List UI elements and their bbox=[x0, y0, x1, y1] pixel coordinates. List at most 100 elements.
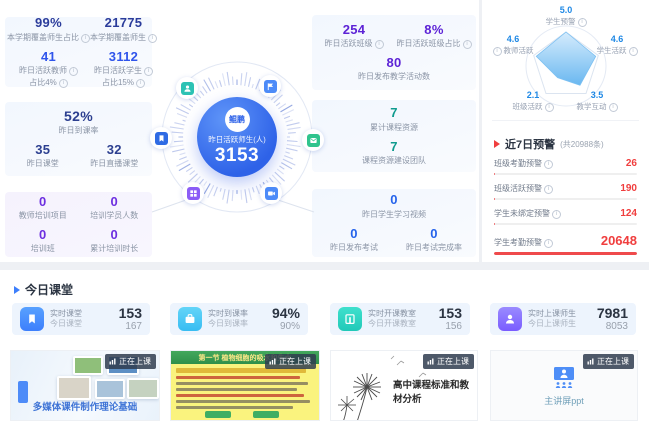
info-icon[interactable] bbox=[544, 239, 553, 248]
warnings-total: (共20988条) bbox=[560, 139, 604, 150]
stat-label: 昨日到课率 bbox=[7, 125, 150, 136]
info-icon[interactable] bbox=[81, 34, 90, 43]
stat-value: 8% bbox=[394, 23, 474, 37]
kpi-subvalue: 90% bbox=[272, 321, 300, 333]
coverage-stats-card: 99% 本学期覆盖师生占比 21775 本学期覆盖师生 41 昨日活跃教师 占比… bbox=[5, 17, 152, 87]
warnings-section-header: 近7日预警 (共20988条) bbox=[494, 136, 604, 152]
ring-node-training[interactable] bbox=[182, 182, 204, 204]
stat-label: 昨日课堂 bbox=[7, 158, 79, 169]
classroom-section-header: 今日课堂 bbox=[14, 281, 73, 298]
warning-row-student-attendance: 学生考勤预警 20648 bbox=[494, 233, 637, 255]
center-kpi-circle: 鲲鹏 昨日活跃师生(人) 3153 bbox=[197, 97, 277, 177]
info-icon[interactable] bbox=[552, 210, 561, 219]
presentation-icon bbox=[551, 365, 577, 391]
warning-row-student-unbound: 学生未绑定预警 124 bbox=[494, 208, 637, 225]
slide-body bbox=[171, 364, 319, 420]
center-kpi-label: 昨日活跃师生(人) bbox=[208, 134, 266, 145]
stat-value: 21775 bbox=[90, 16, 157, 30]
info-icon[interactable] bbox=[544, 185, 553, 194]
warning-value: 190 bbox=[620, 183, 637, 194]
flag-icon bbox=[264, 80, 277, 93]
info-icon[interactable] bbox=[59, 79, 68, 88]
stat-value: 99% bbox=[7, 16, 90, 30]
stat-attendance-rate: 52% 昨日到课率 bbox=[7, 109, 150, 136]
warning-bar bbox=[494, 173, 637, 175]
kpi-card-open-classrooms: 实时开课教室 今日开课教室 153 156 bbox=[330, 303, 470, 335]
signal-bars-icon bbox=[587, 358, 594, 365]
today-classroom-panel: 今日课堂 实时课堂 今日课堂 153 167 实时到课率 今日到课率 bbox=[0, 270, 649, 421]
stat-label: 昨日活跃班级占比 bbox=[394, 38, 474, 49]
ring-node-course[interactable] bbox=[150, 127, 172, 149]
stat-label: 本学期覆盖师生占比 bbox=[7, 32, 90, 43]
info-icon[interactable] bbox=[609, 103, 618, 112]
ring-node-activity[interactable] bbox=[259, 75, 281, 97]
kpi-value: 153 bbox=[119, 305, 142, 322]
kpi-subvalue: 156 bbox=[439, 321, 462, 333]
stat-value: 41 bbox=[7, 50, 90, 64]
ring-node-resource[interactable] bbox=[302, 129, 324, 151]
info-icon[interactable] bbox=[463, 40, 472, 49]
stat-label: 本学期覆盖师生 bbox=[90, 32, 157, 43]
radar-axis-teaching-interaction: 3.5 教学互动 bbox=[566, 90, 628, 112]
warnings-title: 近7日预警 bbox=[505, 136, 555, 152]
info-icon[interactable] bbox=[544, 160, 553, 169]
kpi-subvalue: 167 bbox=[119, 321, 142, 333]
info-icon[interactable] bbox=[578, 18, 587, 27]
kpi-card-online-users: 实时上课师生 今日上课师生 7981 8053 bbox=[490, 303, 636, 335]
stat-active-classes-rate: 8% 昨日活跃班级占比 bbox=[394, 23, 474, 49]
live-class-card-multimedia[interactable]: 多媒体课件制作理论基础 正在上课 bbox=[10, 350, 160, 421]
slide-thumbnail bbox=[57, 376, 91, 400]
warning-value: 26 bbox=[626, 158, 637, 169]
kpi-card-realtime-classes: 实时课堂 今日课堂 153 167 bbox=[12, 303, 150, 335]
signal-bars-icon bbox=[269, 358, 276, 365]
mail-icon bbox=[307, 134, 320, 147]
live-badge: 正在上课 bbox=[265, 354, 316, 369]
live-class-card-ppt[interactable]: 主讲屏ppt 正在上课 bbox=[490, 350, 638, 421]
slide-thumbnail bbox=[73, 356, 103, 375]
radar-axis-student-warning: 5.0 学生预警 bbox=[516, 5, 616, 27]
warning-bar bbox=[494, 223, 637, 225]
camera-icon bbox=[265, 187, 278, 200]
warning-value: 20648 bbox=[601, 233, 637, 248]
info-icon[interactable] bbox=[545, 103, 554, 112]
live-class-card-curriculum[interactable]: 高中课程标准和教材分析 正在上课 bbox=[330, 350, 478, 421]
warning-bar bbox=[494, 198, 637, 200]
slide-thumbnail bbox=[127, 378, 159, 399]
info-icon[interactable] bbox=[629, 47, 638, 56]
center-kpi-value: 3153 bbox=[215, 145, 259, 167]
info-icon[interactable] bbox=[375, 40, 384, 49]
live-badge: 正在上课 bbox=[105, 354, 156, 369]
overview-panel: 99% 本学期覆盖师生占比 21775 本学期覆盖师生 41 昨日活跃教师 占比… bbox=[0, 0, 479, 262]
slide-button bbox=[205, 411, 231, 418]
stat-label: 昨日考试完成率 bbox=[394, 242, 474, 253]
stat-value: 52% bbox=[7, 109, 150, 124]
ring-node-teacher[interactable] bbox=[176, 77, 198, 99]
stat-training-projects: 0 教师培训项目 bbox=[7, 195, 79, 221]
kpi-value: 7981 bbox=[597, 305, 628, 322]
brand-logo: 鲲鹏 bbox=[225, 107, 250, 132]
info-icon[interactable] bbox=[69, 67, 78, 76]
stat-value: 0 bbox=[7, 228, 79, 242]
kpi-value: 94% bbox=[272, 305, 300, 322]
stat-value: 0 bbox=[7, 195, 79, 209]
stat-label: 培训班 bbox=[7, 243, 79, 254]
live-badge: 正在上课 bbox=[423, 354, 474, 369]
course-title: 多媒体课件制作理论基础 bbox=[11, 399, 159, 413]
stat-value: 254 bbox=[314, 23, 394, 37]
alert-pointer-icon bbox=[494, 140, 500, 148]
kpi-value: 153 bbox=[439, 305, 462, 322]
kpi-subvalue: 8053 bbox=[597, 321, 628, 333]
live-class-card-biology[interactable]: 第一节 植物细胞的吸水和失水 正在上课 bbox=[170, 350, 320, 421]
bookmark-icon bbox=[20, 307, 44, 331]
classroom-icon bbox=[338, 307, 362, 331]
info-icon[interactable] bbox=[493, 47, 502, 56]
training-stats-card: 0 教师培训项目 0 培训学员人数 0 培训班 0 累计培训时长 bbox=[5, 192, 152, 257]
ring-node-video[interactable] bbox=[260, 182, 282, 204]
divider bbox=[492, 120, 639, 121]
signal-bars-icon bbox=[427, 358, 434, 365]
radar-axis-student-active: 4.6 学生活跃 bbox=[588, 34, 646, 56]
kpi-card-attendance-rate: 实时到课率 今日到课率 94% 90% bbox=[170, 303, 308, 335]
slide-thumbnail bbox=[95, 379, 125, 399]
warning-list: 班级考勤预警 26 班级活跃预警 190 学生未绑定预警 124 bbox=[494, 158, 637, 263]
stat-semester-coverage-rate: 99% 本学期覆盖师生占比 bbox=[7, 16, 90, 42]
